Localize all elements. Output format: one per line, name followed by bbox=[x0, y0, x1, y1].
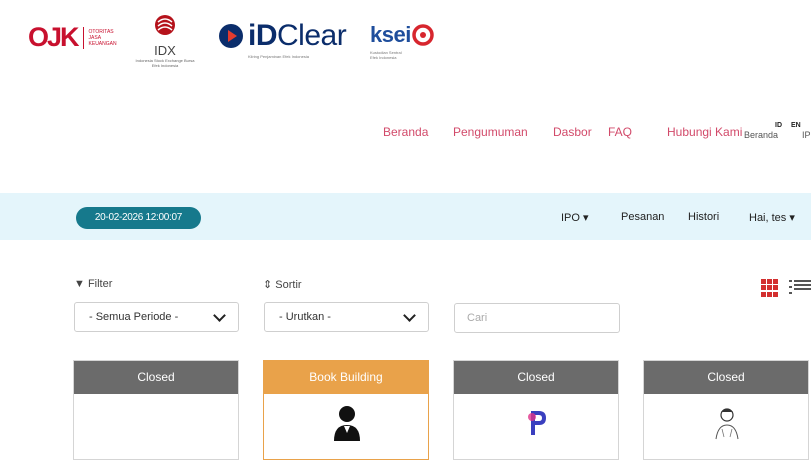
nav-link-dasbor[interactable]: Dasbor bbox=[553, 125, 592, 139]
idclear-wordmark-bold: iD bbox=[248, 19, 278, 52]
list-view-icon[interactable] bbox=[789, 278, 811, 298]
ojk-line-3: KEUANGAN bbox=[88, 40, 117, 47]
ojk-separator bbox=[82, 26, 84, 49]
lang-switch-en[interactable]: EN bbox=[791, 122, 801, 129]
ojk-mark: OJK bbox=[28, 22, 80, 52]
idclear-emblem-icon bbox=[219, 24, 243, 48]
menu-ipo-dropdown[interactable]: IPO ▾ bbox=[561, 211, 589, 224]
menu-pesanan[interactable]: Pesanan bbox=[621, 211, 664, 223]
ipo-card-status: Closed bbox=[74, 361, 238, 394]
idx-name: IDX bbox=[154, 43, 176, 58]
sort-label: ⇕ Sortir bbox=[263, 279, 302, 291]
ipo-card[interactable]: Closed bbox=[643, 360, 809, 460]
ipo-card[interactable]: Closed bbox=[453, 360, 619, 460]
period-select[interactable]: - Semua Periode - bbox=[74, 302, 239, 332]
sort-select-value: - Urutkan - bbox=[279, 311, 331, 323]
idclear-logo: iDClear Kliring Penjaminan Efek Indonesi… bbox=[218, 19, 347, 59]
ksei-subtitle: Kustodian Sentral Efek Indonesia bbox=[370, 50, 402, 60]
ipo-card-status: Closed bbox=[644, 361, 808, 394]
chevron-down-icon bbox=[403, 309, 416, 322]
idclear-wordmark: iDClear bbox=[248, 19, 347, 52]
lang-switch-id[interactable]: ID bbox=[775, 122, 782, 129]
idx-subtitle: Indonesia Stock Exchange Bursa Efek Indo… bbox=[135, 58, 195, 68]
menu-user-dropdown[interactable]: Hai, tes ▾ bbox=[749, 211, 795, 224]
filter-label: ▼ Filter bbox=[74, 278, 113, 290]
search-input[interactable]: Cari bbox=[454, 303, 620, 333]
idx-logo: IDX Indonesia Stock Exchange Bursa Efek … bbox=[135, 14, 195, 68]
nav-link-beranda-overlap[interactable]: Beranda bbox=[744, 130, 778, 140]
idclear-wordmark-rest: Clear bbox=[277, 19, 347, 52]
menu-histori[interactable]: Histori bbox=[688, 211, 719, 223]
ksei-wordmark: ksei bbox=[370, 22, 411, 47]
sketch-portrait-icon bbox=[715, 408, 739, 440]
idclear-tagline: Kliring Penjaminan Efek Indonesia bbox=[248, 54, 309, 59]
sort-select[interactable]: - Urutkan - bbox=[264, 302, 429, 332]
top-navigation: Beranda Pengumuman Dasbor FAQ Hubungi Ka… bbox=[0, 122, 811, 143]
ipo-card[interactable]: Book Building bbox=[263, 360, 429, 460]
grid-view-icon[interactable] bbox=[761, 279, 779, 297]
nav-link-pengumuman[interactable]: Pengumuman bbox=[453, 125, 528, 139]
person-silhouette-icon bbox=[334, 406, 360, 441]
nav-link-hubungi-kami[interactable]: Hubungi Kami bbox=[667, 125, 742, 139]
ksei-emblem-icon bbox=[412, 24, 434, 46]
partner-logos-header: OJK OTORITAS JASA KEUANGAN IDX Indonesia… bbox=[0, 0, 811, 90]
ojk-logo: OJK OTORITAS JASA KEUANGAN bbox=[28, 24, 123, 51]
period-select-value: - Semua Periode - bbox=[89, 311, 179, 323]
nav-overflow-label: IP bbox=[802, 130, 811, 140]
datetime-badge: 20-02-2026 12:00:07 bbox=[76, 207, 201, 229]
ipo-card[interactable]: Closed bbox=[73, 360, 239, 460]
p-logo-icon bbox=[528, 411, 546, 435]
nav-link-faq[interactable]: FAQ bbox=[608, 125, 632, 139]
ojk-wordmark: OTORITAS JASA KEUANGAN bbox=[89, 29, 123, 47]
ipo-card-status: Book Building bbox=[264, 361, 428, 394]
ipo-card-status: Closed bbox=[454, 361, 618, 394]
nav-link-beranda[interactable]: Beranda bbox=[383, 125, 428, 139]
ksei-logo: ksei Kustodian Sentral Efek Indonesia bbox=[370, 22, 434, 60]
idx-emblem-icon bbox=[155, 15, 175, 35]
chevron-down-icon bbox=[213, 309, 226, 322]
